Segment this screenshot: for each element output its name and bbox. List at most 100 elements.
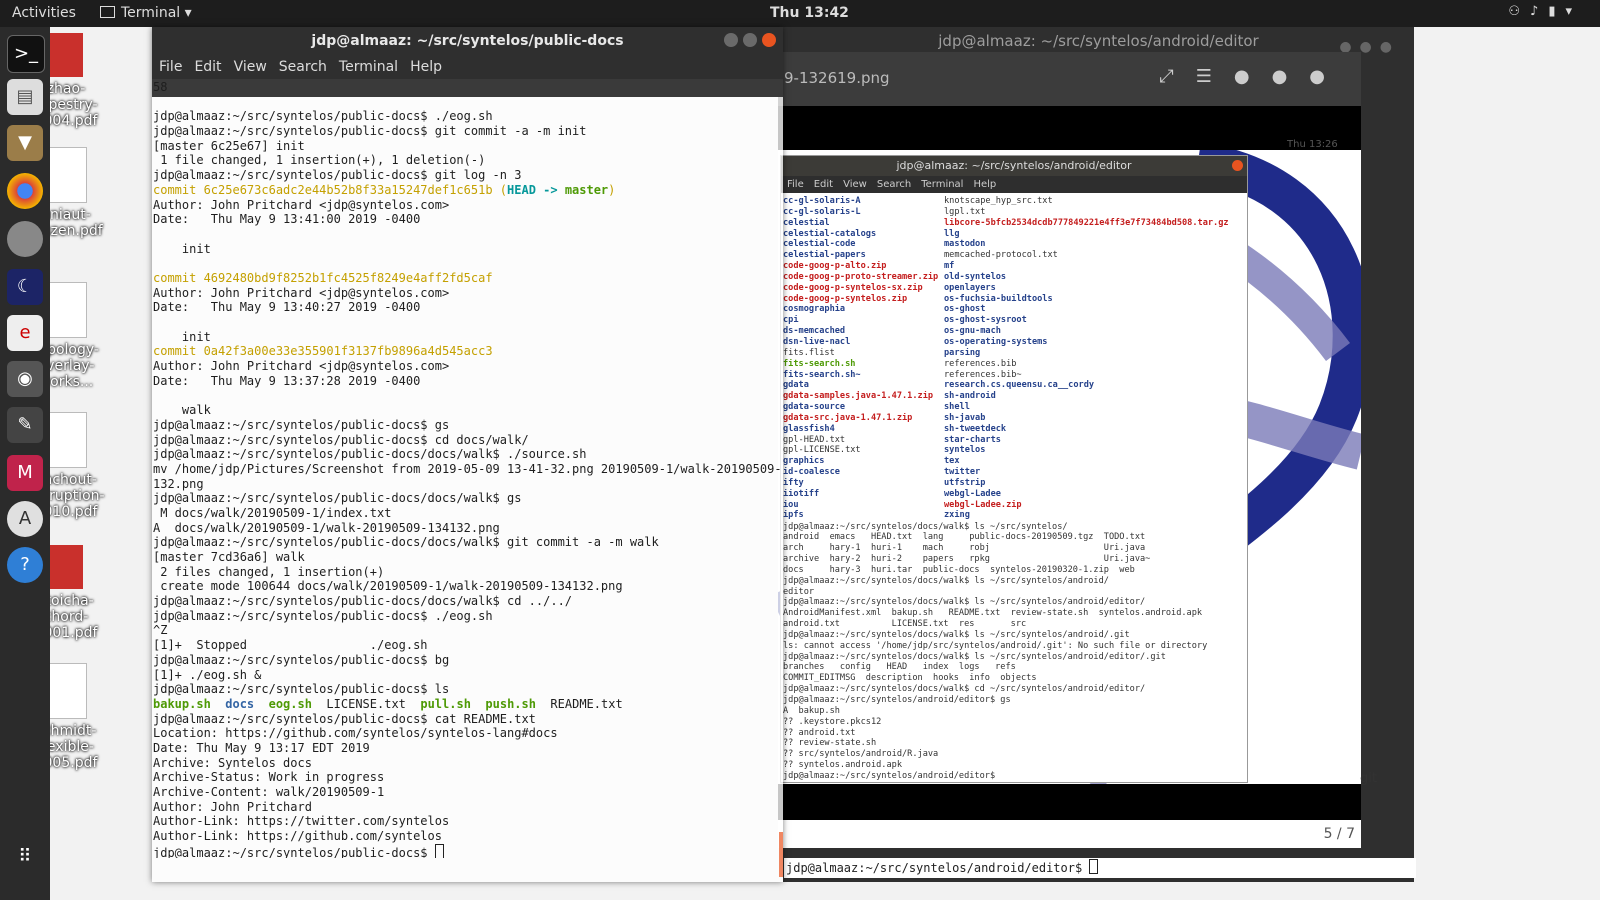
file-label: uniaut-lauzen.pdf	[50, 207, 103, 239]
listing-entry: gpl-HEAD.txt	[783, 434, 846, 445]
listing-entry: code-goog-p-alto.zip	[783, 261, 887, 272]
listing-entry: shell	[944, 402, 970, 413]
terminal-line: 2 files changed, 1 insertion(+)	[153, 564, 385, 579]
menu-file[interactable]: File	[157, 59, 184, 75]
terminal-line: Archive-Content: walk/20190509-1	[153, 785, 385, 799]
stellarium-launcher-icon[interactable]: ☾	[7, 269, 43, 305]
listing-entry: webgl-Ladee.zip	[944, 499, 1022, 510]
listing-entry: star-charts	[944, 434, 1001, 445]
app-menu[interactable]: Terminal ▾	[100, 5, 192, 21]
terminal-line: ^Z	[153, 623, 168, 638]
listing-entry: celestial-catalogs	[783, 228, 877, 239]
maximize-button[interactable]	[743, 33, 757, 47]
listing-rest: jdp@almaaz:~/src/syntelos/docs/walk$ ls …	[783, 522, 1245, 781]
desktop-file[interactable]: stoicha-chord-2001.pdf	[50, 545, 112, 641]
listing-column-2: knotscape_hyp_src.txt lgpl.txt libcore-5bf…	[944, 196, 1244, 521]
listing-entry: mf	[944, 261, 955, 272]
show-applications-icon[interactable]: ⠿	[7, 839, 43, 875]
listing-entry: references.bib	[944, 358, 1017, 369]
listing-entry: memcached-protocol.txt	[944, 250, 1058, 261]
terminal-line: jdp@almaaz:~/src/syntelos/public-docs$ c…	[153, 711, 536, 726]
menu-search[interactable]: Search	[277, 59, 329, 75]
menu-help[interactable]: Help	[408, 59, 444, 75]
terminal-line: Date: Thu May 9 13:17 EDT 2019	[153, 740, 370, 755]
listing-entry: llg	[944, 228, 960, 239]
terminal-line: Archive: Syntelos docs	[153, 755, 312, 770]
gimp-launcher-icon[interactable]: ✎	[7, 407, 43, 443]
listing-entry: os-ghost	[944, 304, 986, 315]
menu-view[interactable]: View	[232, 59, 269, 75]
terminal-titlebar[interactable]: jdp@almaaz: ~/src/syntelos/public-docs	[152, 27, 783, 55]
mendeley-launcher-icon[interactable]: M	[7, 455, 43, 491]
file-label: zhao-tapestry-2004.pdf	[50, 81, 98, 129]
main-terminal-window[interactable]: jdp@almaaz: ~/src/syntelos/public-docs F…	[152, 27, 783, 882]
desktop-file[interactable]: uniaut-lauzen.pdf	[50, 147, 112, 239]
minimize-button[interactable]	[724, 33, 738, 47]
cursor	[434, 843, 444, 859]
hamburger-menu-icon[interactable]: ☰	[1196, 66, 1234, 87]
listing-line: editor	[783, 586, 815, 597]
terminal-line: jdp@almaaz:~/src/syntelos/public-docs/do…	[153, 535, 659, 550]
close-button[interactable]	[762, 33, 776, 47]
help-launcher-icon[interactable]: ?	[7, 547, 43, 583]
listing-entry: cc-gl-solaris-L	[783, 206, 861, 217]
right-window-titlebar[interactable]: jdp@almaaz: ~/src/syntelos/android/edito…	[783, 27, 1414, 55]
listing-entry: code-goog-p-syntelos-sx.zip	[783, 282, 923, 293]
system-tray[interactable]: ⚇♪▮▾	[1508, 4, 1582, 19]
viewer-buttons[interactable]: ⤢☰●●●	[1159, 66, 1347, 87]
listing-entry: code-goog-p-syntelos.zip	[783, 293, 908, 304]
menu-edit[interactable]: Edit	[192, 59, 223, 75]
terminal-line: commit 0a42f3a00e33e355901f3137fb9896a4d…	[153, 344, 493, 359]
software-launcher-icon[interactable]: A	[7, 501, 43, 537]
terminal-line: M docs/walk/20190509-1/index.txt	[153, 505, 392, 520]
camera-launcher-icon[interactable]: ◉	[7, 361, 43, 397]
desktop-file[interactable]: zhao-tapestry-2004.pdf	[50, 33, 112, 129]
terminal-line: mv /home/jdp/Pictures/Screenshot from 20…	[153, 461, 781, 476]
file-label: schmidt-flexible-2005.pdf	[50, 723, 98, 771]
terminal-line: Archive-Status: Work in progress	[153, 770, 385, 785]
menu-terminal[interactable]: Terminal	[337, 59, 400, 75]
terminal-launcher-icon[interactable]: >_	[7, 35, 45, 73]
inner-terminal-titlebar: jdp@almaaz: ~/src/syntelos/android/edito…	[781, 156, 1247, 176]
chrome-launcher-icon[interactable]	[7, 173, 43, 209]
terminal-line: 132.png	[153, 476, 204, 491]
listing-column-1: cc-gl-solaris-A cc-gl-solaris-L celestial c…	[783, 196, 943, 521]
clock[interactable]: Thu 13:42	[770, 5, 849, 21]
listing-line: ?? src/syntelos/android/R.java	[783, 749, 939, 760]
cursor	[1089, 859, 1099, 874]
inner-terminal-title: jdp@almaaz: ~/src/syntelos/android/edito…	[896, 159, 1132, 172]
archive-launcher-icon[interactable]: ▼	[7, 125, 43, 161]
fullscreen-icon[interactable]: ⤢	[1159, 66, 1195, 87]
desktop-file[interactable]: eachout-corruption-2010.pdf	[50, 412, 112, 520]
desktop-file[interactable]: schmidt-flexible-2005.pdf	[50, 663, 112, 771]
listing-entry: research.cs.queensu.ca__cordy	[944, 380, 1095, 391]
listing-line: jdp@almaaz:~/src/syntelos/docs/walk$ ls …	[783, 575, 1109, 586]
listing-entry: webgl-Ladee	[944, 488, 1001, 499]
terminal-menubar: File Edit View Search Terminal Help	[152, 55, 783, 79]
listing-line: docs hary-3 huri.tar public-docs syntelo…	[783, 564, 1135, 575]
files-launcher-icon[interactable]: ▤	[7, 79, 43, 115]
listing-line: ?? syntelos.android.apk	[783, 760, 902, 771]
right-terminal-prompt[interactable]: jdp@almaaz:~/src/syntelos/android/editor…	[784, 858, 1416, 878]
terminal-line: 1 file changed, 1 insertion(+), 1 deleti…	[153, 153, 486, 168]
terminal-line: Date: Thu May 9 13:41:00 2019 -0400	[153, 212, 421, 227]
listing-entry: iiotiff	[783, 488, 820, 499]
terminal-line: Date: Thu May 9 13:37:28 2019 -0400	[153, 373, 421, 388]
listing-line: jdp@almaaz:~/src/syntelos/android/editor…	[783, 695, 1011, 705]
listing-line: android emacs HEAD.txt lang public-docs-…	[783, 532, 1146, 543]
scrollbar[interactable]	[779, 832, 783, 877]
evince-launcher-icon[interactable]: e	[7, 315, 43, 351]
google-earth-launcher-icon[interactable]	[7, 221, 43, 257]
listing-line: AndroidManifest.xml bakup.sh README.txt …	[783, 608, 1203, 619]
activities-button[interactable]: Activities	[12, 5, 76, 21]
window-controls[interactable]: ●●●	[1234, 66, 1347, 87]
menu-terminal: Terminal	[921, 179, 964, 190]
listing-entry: gdata-samples.java-1.47.1.zip	[783, 391, 934, 402]
terminal-line: jdp@almaaz:~/src/syntelos/public-docs$ g…	[153, 168, 522, 183]
terminal-line: init	[153, 241, 211, 256]
desktop-file[interactable]: topology-overlay-works...	[50, 282, 112, 390]
pdf-file-icon	[50, 33, 83, 77]
inner-terminal-menu: File Edit View Search Terminal Help	[781, 176, 1247, 193]
terminal-output[interactable]: 58 jdp@almaaz:~/src/syntelos/public-docs$…	[153, 80, 781, 859]
